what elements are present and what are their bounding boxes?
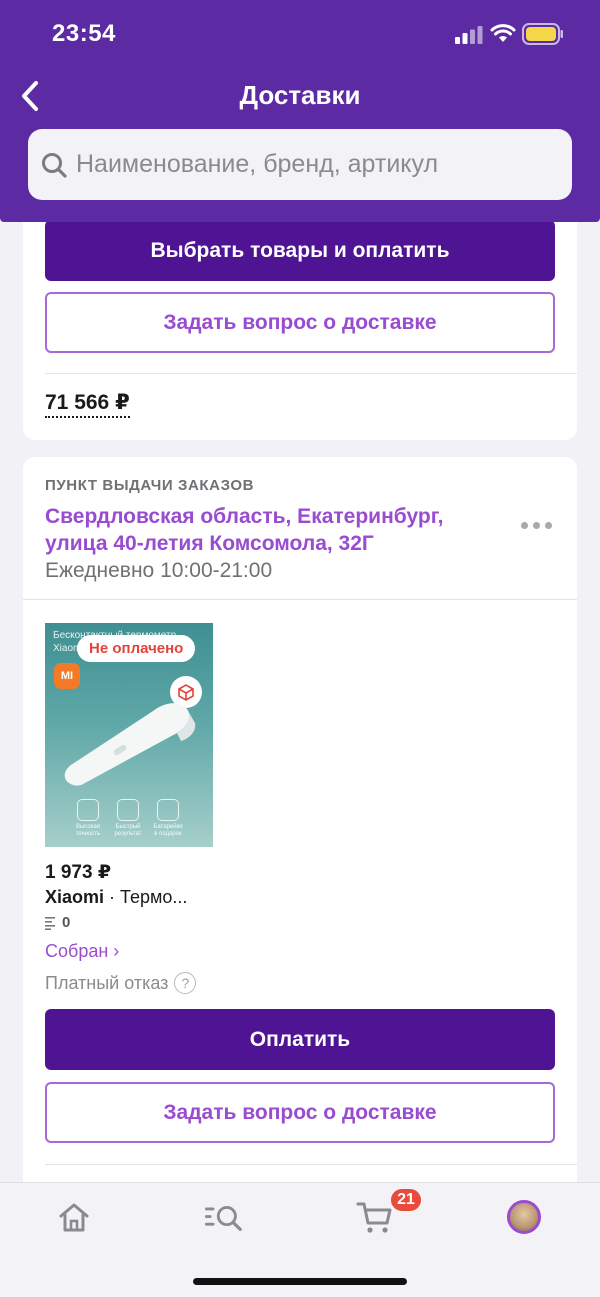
product-title: · Термо... (104, 887, 188, 907)
profile-avatar (507, 1200, 541, 1234)
help-icon[interactable]: ? (174, 972, 197, 994)
select-and-pay-button[interactable]: Выбрать товары и оплатить (45, 220, 555, 281)
more-options-icon[interactable] (521, 515, 561, 535)
bottom-navigation: 21 (0, 1182, 600, 1297)
delivery-card-2: ПУНКТ ВЫДАЧИ ЗАКАЗОВ Свердловская област… (23, 457, 577, 1197)
home-icon (59, 1203, 89, 1232)
page-title: Доставки (239, 80, 361, 110)
battery-icon (522, 23, 563, 45)
divider (23, 599, 577, 600)
product-price: 1 973 ₽ (45, 862, 112, 883)
divider (45, 1164, 577, 1165)
nav-catalog[interactable] (204, 1197, 244, 1237)
product-image[interactable]: Бесконтактный термометр Xiaomi MI Не опл… (45, 623, 213, 847)
paid-refusal-label: Платный отказ (45, 972, 169, 993)
unpaid-badge: Не оплачено (77, 635, 196, 662)
pickup-point-label: ПУНКТ ВЫДАЧИ ЗАКАЗОВ (45, 477, 255, 494)
paid-refusal: Платный отказ ? (45, 972, 197, 994)
product-brand: Xiaomi (45, 887, 105, 907)
nav-home[interactable] (54, 1197, 94, 1237)
reviews-count: 0 (62, 914, 71, 931)
reviews-icon (45, 916, 55, 930)
ask-delivery-question-button[interactable]: Задать вопрос о доставке (45, 1082, 555, 1143)
pickup-hours: Ежедневно 10:00-21:00 (45, 559, 273, 582)
feature-label: Батарейки в подарок (153, 824, 183, 837)
status-bar: 23:54 (0, 0, 600, 70)
feature-label: Высокая точность (75, 824, 101, 837)
wifi-icon (490, 24, 516, 42)
divider (45, 373, 577, 374)
delivery-total[interactable]: 71 566 ₽ (45, 390, 130, 418)
catalog-search-icon (204, 1206, 242, 1232)
cart-icon (356, 1202, 392, 1233)
ask-delivery-question-button[interactable]: Задать вопрос о доставке (45, 292, 555, 353)
product-reviews: 0 (45, 914, 70, 931)
search-input[interactable] (76, 150, 556, 179)
pickup-address[interactable]: Свердловская область, Екатеринбург, улиц… (45, 503, 485, 557)
feature-label: Быстрый результат (114, 824, 142, 837)
home-indicator (193, 1278, 407, 1285)
header: 23:54 Доставки (0, 0, 600, 222)
order-status-link[interactable]: Собран › (45, 941, 119, 962)
search-bar[interactable] (28, 129, 572, 200)
cart-count-badge: 21 (389, 1187, 423, 1213)
status-time: 23:54 (52, 20, 116, 47)
nav-profile[interactable] (504, 1197, 544, 1237)
product-features: Высокая точность Быстрый результат Батар… (73, 799, 183, 838)
pay-button[interactable]: Оплатить (45, 1009, 555, 1070)
search-icon (42, 152, 67, 178)
delivery-card-1: Выбрать товары и оплатить Задать вопрос … (23, 200, 577, 440)
thermometer-illustration (64, 703, 196, 786)
cellular-signal-icon (455, 26, 483, 44)
product-name[interactable]: Xiaomi · Термо... (45, 887, 187, 908)
